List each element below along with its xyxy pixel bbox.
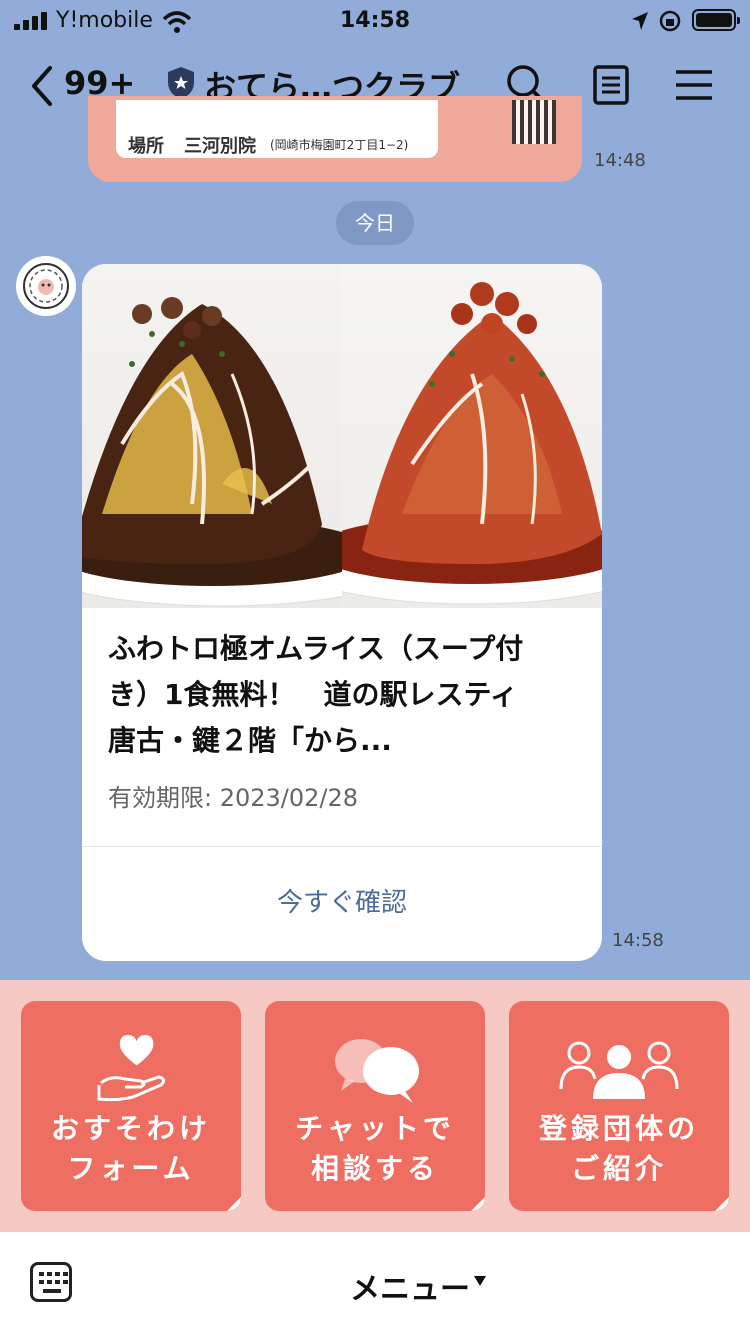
share-form-label-line-1: おすそわけ [50, 1112, 211, 1145]
confirm-now-button[interactable]: 今すぐ確認 [82, 846, 602, 961]
notes-icon[interactable] [588, 62, 634, 108]
coupon-title-line-1: ふわトロ極オムライス（スープ付 [108, 632, 524, 665]
chat-bubbles-icon [335, 1039, 419, 1103]
place-label: 場所 [128, 136, 164, 157]
omurice-demiglace-photo [82, 264, 342, 608]
place-address: (岡崎市梅園町2丁目1−2) [270, 138, 409, 152]
location-icon [632, 12, 648, 30]
coupon-title-line-2: き）1食無料！ 道の駅レスティ [108, 678, 518, 711]
previous-message-card[interactable]: 場所 三河別院 (岡崎市梅園町2丁目1−2) [88, 96, 582, 182]
chat-consult-label-line-1: チャットで [295, 1112, 455, 1145]
rich-menu-groups[interactable]: 登録団体の ご紹介 [509, 1001, 729, 1211]
menu-toggle-label[interactable]: メニュー [350, 1264, 470, 1308]
battery-icon [692, 9, 740, 31]
rich-menu-chat-consult[interactable]: チャットで 相談する [265, 1001, 485, 1211]
rotation-lock-icon [659, 10, 681, 32]
place-name: 三河別院 [184, 136, 256, 157]
message-time: 14:58 [612, 930, 664, 951]
date-separator: 今日 [336, 201, 414, 245]
chat-consult-label: チャットで 相談する [265, 1109, 485, 1189]
rich-menu: おすそわけ フォーム チャットで 相談する 登録団体の ご紹介 [0, 980, 750, 1232]
keyboard-icon[interactable] [30, 1262, 72, 1302]
heart-hand-icon [97, 1035, 166, 1102]
share-form-label: おすそわけ フォーム [21, 1109, 241, 1189]
people-group-icon [559, 1041, 679, 1099]
coupon-expiry: 有効期限: 2023/02/28 [108, 784, 359, 812]
omurice-tomato-photo [342, 264, 602, 608]
previous-message-time: 14:48 [594, 150, 646, 171]
qr-code [512, 100, 556, 144]
avatar[interactable] [16, 256, 76, 316]
share-form-label-line-2: フォーム [67, 1152, 195, 1185]
coupon-title-line-3: 唐古・鍵２階「から... [108, 724, 392, 757]
verified-shield-icon [168, 67, 194, 99]
hamburger-menu-icon[interactable] [672, 62, 718, 108]
groups-label: 登録団体の ご紹介 [509, 1109, 729, 1189]
coupon-title: ふわトロ極オムライス（スープ付 き）1食無料！ 道の駅レスティ 唐古・鍵２階「か… [108, 626, 578, 764]
chat-consult-label-line-2: 相談する [310, 1152, 439, 1185]
rich-menu-share-form[interactable]: おすそわけ フォーム [21, 1001, 241, 1211]
status-bar: Y!mobile 14:58 [0, 0, 750, 44]
avatar-logo-icon [23, 263, 69, 309]
caret-down-icon[interactable] [474, 1276, 486, 1286]
groups-label-line-2: ご紹介 [570, 1152, 667, 1185]
coupon-message-card[interactable]: ふわトロ極オムライス（スープ付 き）1食無料！ 道の駅レスティ 唐古・鍵２階「か… [82, 264, 602, 961]
groups-label-line-1: 登録団体の [538, 1112, 699, 1145]
bottom-bar: メニュー [0, 1232, 750, 1334]
